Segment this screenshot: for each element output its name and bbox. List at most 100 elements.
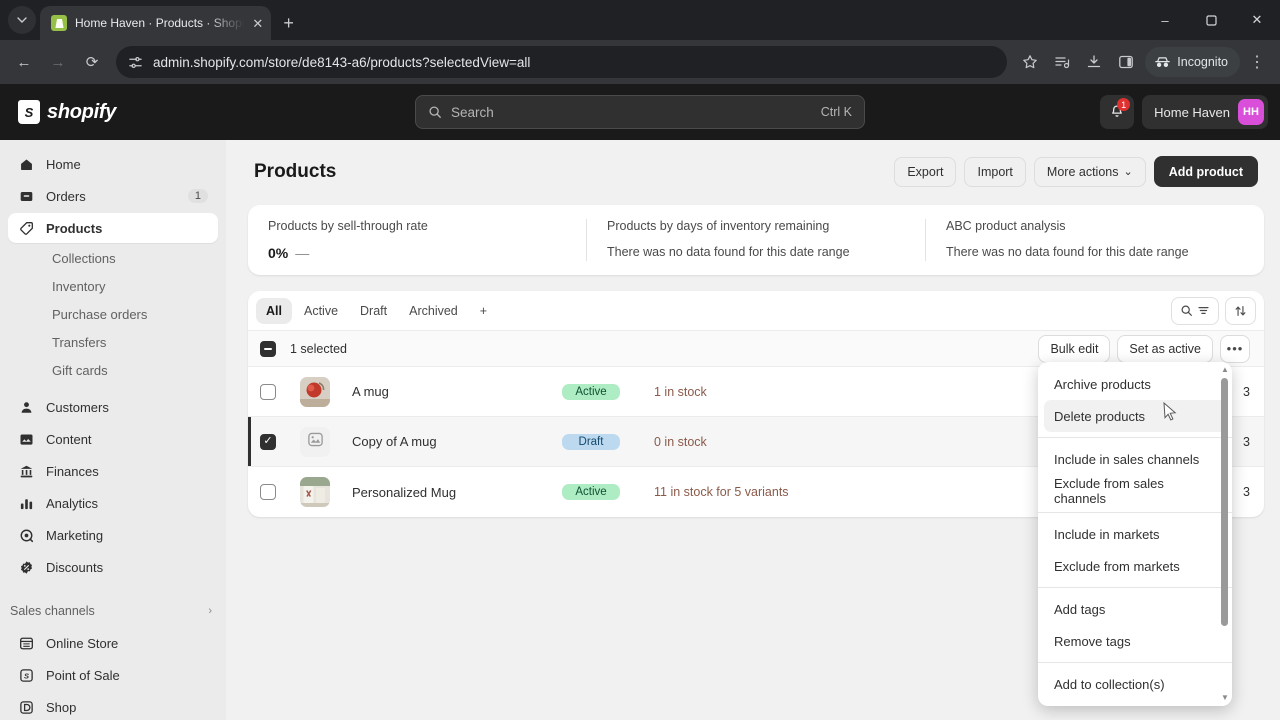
shop-icon: [18, 699, 35, 716]
incognito-indicator[interactable]: Incognito: [1145, 47, 1240, 77]
sidebar-sub-label: Purchase orders: [52, 306, 148, 322]
tag-icon: [18, 220, 35, 237]
sidebar-item-products[interactable]: Products: [8, 213, 218, 243]
metric-days-of-inventory[interactable]: Products by days of inventory remaining …: [586, 219, 925, 261]
row-checkbox[interactable]: [260, 433, 276, 450]
sidebar-item-home[interactable]: Home: [8, 149, 218, 179]
menu-group: Add tags Remove tags: [1038, 593, 1232, 657]
metric-empty-state: There was no data found for this date ra…: [946, 245, 1189, 259]
row-checkbox[interactable]: [260, 484, 276, 500]
sidebar-section-sales-channels[interactable]: Sales channels ›: [0, 595, 226, 627]
metrics-card: Products by sell-through rate 0% — Produ…: [248, 205, 1264, 275]
select-all-checkbox[interactable]: [260, 340, 276, 357]
sidebar-item-analytics[interactable]: Analytics: [8, 488, 218, 518]
shopify-logo[interactable]: S shopify: [12, 100, 232, 124]
browser-tab[interactable]: Home Haven · Products · Shopi ✕: [40, 6, 272, 40]
sidebar-item-label: Online Store: [46, 635, 119, 651]
sidebar-item-customers[interactable]: Customers: [8, 392, 218, 422]
scrollbar-thumb[interactable]: [1221, 378, 1228, 626]
chevron-right-icon[interactable]: ›: [208, 605, 212, 617]
menu-item-add-to-collections[interactable]: Add to collection(s): [1044, 668, 1226, 700]
browser-menu-icon[interactable]: ⋮: [1242, 47, 1272, 77]
bulk-more-actions-button[interactable]: •••: [1220, 334, 1250, 363]
notifications-button[interactable]: 1: [1100, 95, 1135, 129]
row-checkbox[interactable]: [260, 383, 276, 400]
bar-chart-icon: [18, 495, 35, 512]
search-placeholder: Search: [451, 104, 494, 120]
menu-item-delete-products[interactable]: Delete products: [1044, 400, 1226, 432]
menu-item-include-in-sales-channels[interactable]: Include in sales channels: [1044, 443, 1226, 475]
sidebar-item-finances[interactable]: Finances: [8, 456, 218, 486]
account-button[interactable]: Home Haven HH: [1142, 95, 1268, 129]
menu-item-archive-products[interactable]: Archive products: [1044, 368, 1226, 400]
media-list-icon[interactable]: [1047, 47, 1077, 77]
more-actions-label: More actions: [1046, 164, 1119, 179]
tab-all[interactable]: All: [256, 297, 292, 324]
sort-button[interactable]: [1225, 296, 1256, 325]
chevron-down-icon: ⌄: [1123, 166, 1133, 178]
browser-window: Home Haven · Products · Shopi ✕ + – ✕ ← …: [0, 0, 1280, 720]
scroll-up-icon[interactable]: ▲: [1221, 366, 1229, 374]
import-button[interactable]: Import: [964, 156, 1026, 187]
sidebar-item-transfers[interactable]: Transfers: [8, 328, 218, 356]
forward-icon[interactable]: →: [42, 46, 74, 78]
sidebar-item-discounts[interactable]: Discounts: [8, 552, 218, 582]
filter-icon: [1198, 307, 1209, 314]
menu-group: Add to collection(s): [1038, 668, 1232, 700]
sidebar-item-content[interactable]: Content: [8, 424, 218, 454]
metric-title: ABC product analysis: [946, 219, 1066, 233]
menu-item-include-in-markets[interactable]: Include in markets: [1044, 518, 1226, 550]
download-icon[interactable]: [1079, 47, 1109, 77]
sidebar-item-orders[interactable]: Orders 1: [8, 181, 218, 211]
discount-icon: [18, 559, 35, 576]
tab-search-button[interactable]: [8, 6, 36, 34]
sidebar-item-label: Analytics: [46, 495, 99, 511]
search-filter-button[interactable]: [1171, 296, 1219, 325]
menu-separator: [1038, 662, 1232, 663]
global-search-input[interactable]: Search Ctrl K: [415, 95, 865, 129]
storefront-icon: [18, 635, 35, 652]
side-panel-icon[interactable]: [1111, 47, 1141, 77]
tab-draft[interactable]: Draft: [350, 298, 397, 324]
bulk-edit-button[interactable]: Bulk edit: [1038, 334, 1111, 363]
sidebar-item-collections[interactable]: Collections: [8, 244, 218, 272]
bank-icon: [18, 463, 35, 480]
reload-icon[interactable]: ⟳: [76, 46, 108, 78]
menu-item-exclude-from-sales-channels[interactable]: Exclude from sales channels: [1044, 475, 1226, 507]
add-view-button[interactable]: +: [470, 298, 497, 324]
metric-abc-analysis[interactable]: ABC product analysis There was no data f…: [925, 219, 1264, 261]
sidebar-item-marketing[interactable]: Marketing: [8, 520, 218, 550]
export-button[interactable]: Export: [894, 156, 957, 187]
star-icon[interactable]: [1015, 47, 1045, 77]
sidebar-item-inventory[interactable]: Inventory: [8, 272, 218, 300]
selected-count: 1 selected: [290, 341, 347, 356]
menu-scrollbar[interactable]: ▲ ▼: [1221, 366, 1229, 702]
metric-value: 0% —: [268, 245, 566, 261]
sidebar-item-shop[interactable]: Shop: [8, 692, 218, 720]
maximize-icon[interactable]: [1188, 0, 1234, 40]
sidebar-item-point-of-sale[interactable]: S Point of Sale: [8, 660, 218, 690]
back-icon[interactable]: ←: [8, 46, 40, 78]
metric-sell-through-rate[interactable]: Products by sell-through rate 0% —: [248, 219, 586, 261]
menu-item-add-tags[interactable]: Add tags: [1044, 593, 1226, 625]
tab-active[interactable]: Active: [294, 298, 348, 324]
scroll-down-icon[interactable]: ▼: [1221, 694, 1229, 702]
menu-item-exclude-from-markets[interactable]: Exclude from markets: [1044, 550, 1226, 582]
minimize-icon[interactable]: –: [1142, 0, 1188, 40]
search-shortcut: Ctrl K: [820, 105, 852, 119]
sidebar-item-online-store[interactable]: Online Store: [8, 628, 218, 658]
more-actions-button[interactable]: More actions ⌄: [1033, 156, 1146, 187]
new-tab-button[interactable]: +: [283, 14, 294, 32]
add-product-button[interactable]: Add product: [1153, 156, 1258, 187]
sidebar-item-gift-cards[interactable]: Gift cards: [8, 356, 218, 384]
menu-item-remove-tags[interactable]: Remove tags: [1044, 625, 1226, 657]
address-bar[interactable]: admin.shopify.com/store/de8143-a6/produc…: [116, 46, 1008, 78]
set-as-active-button[interactable]: Set as active: [1117, 334, 1213, 363]
product-thumbnail-placeholder: [300, 426, 330, 457]
tab-archived[interactable]: Archived: [399, 298, 468, 324]
product-name: Copy of A mug: [352, 434, 437, 449]
sidebar-item-purchase-orders[interactable]: Purchase orders: [8, 300, 218, 328]
close-icon[interactable]: ✕: [252, 17, 263, 30]
account-name: Home Haven: [1154, 104, 1230, 120]
window-close-icon[interactable]: ✕: [1234, 0, 1280, 40]
